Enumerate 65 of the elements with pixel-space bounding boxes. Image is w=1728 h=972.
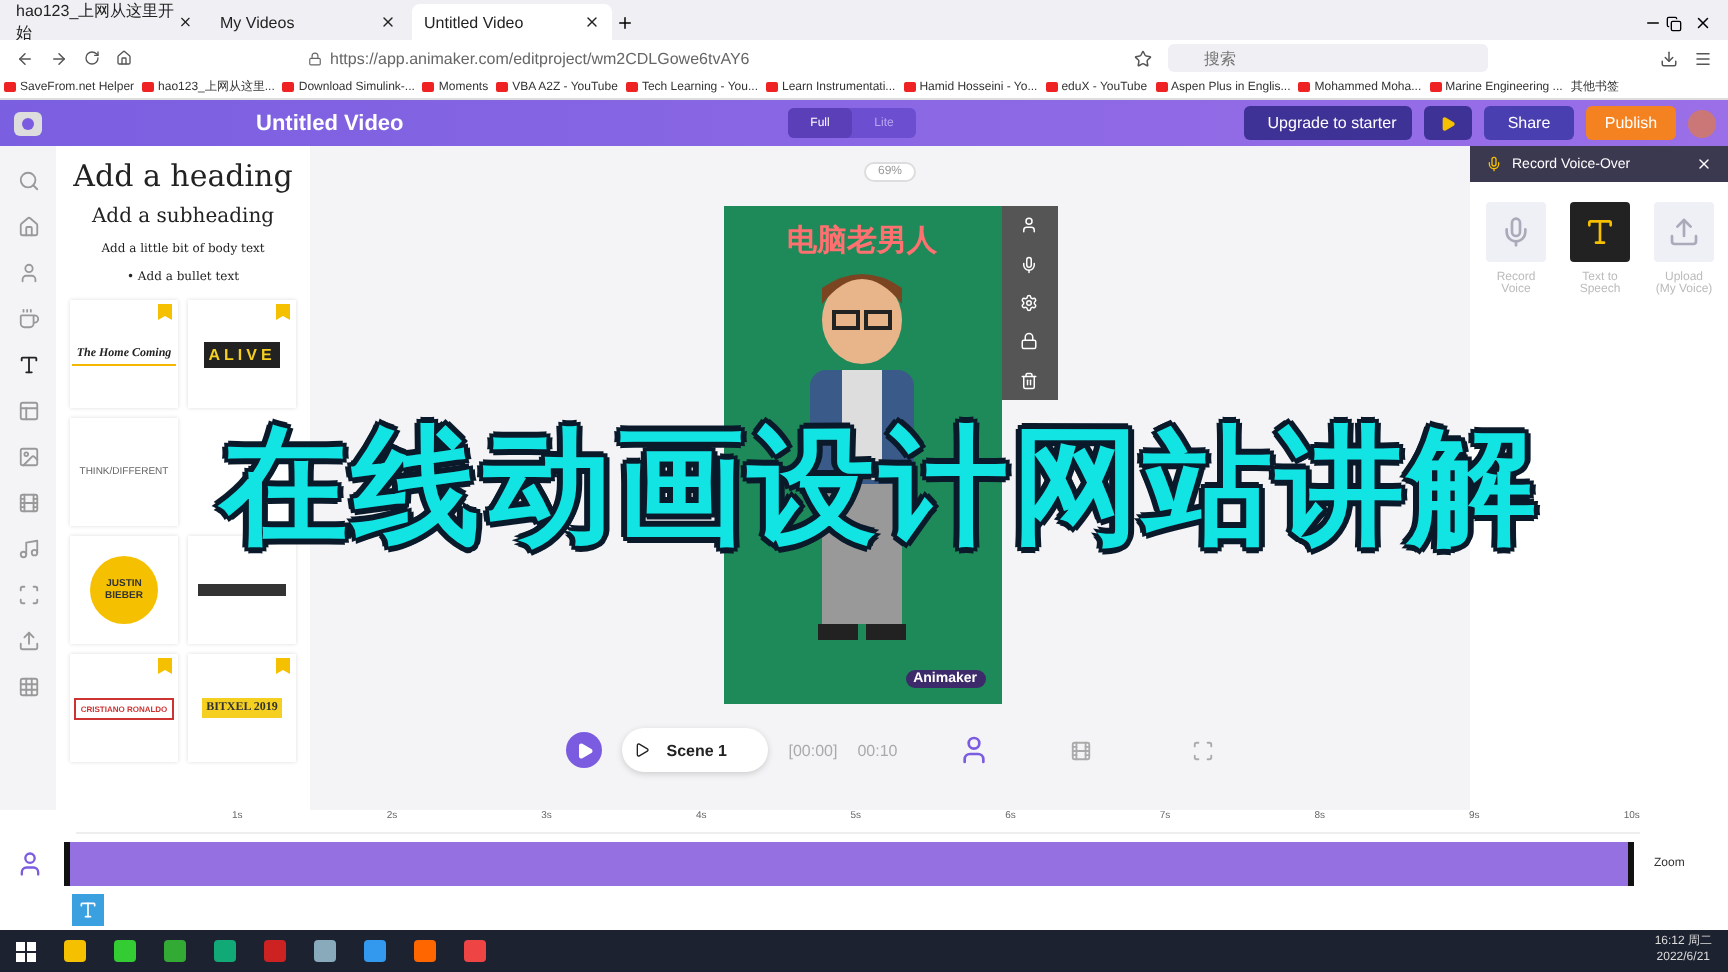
character-icon[interactable] <box>16 850 44 878</box>
subheading-text[interactable]: Add a subheading <box>91 206 275 228</box>
upgrade-button[interactable]: Upgrade to starter <box>1244 106 1412 140</box>
logo-icon[interactable] <box>12 107 44 139</box>
play-icon <box>634 742 651 758</box>
close-icon[interactable] <box>584 14 600 30</box>
search-field[interactable]: 搜索 <box>1168 44 1488 72</box>
address-bar[interactable]: https://app.animaker.com/editproject/wm2CDLGowe6tvAY6 <box>308 44 1118 72</box>
project-title[interactable]: Untitled Video <box>256 111 776 135</box>
browser-tab[interactable]: My Videos <box>208 4 408 40</box>
forward-icon[interactable] <box>50 49 68 67</box>
character-icon[interactable] <box>957 734 990 766</box>
taskbar-app-icon[interactable] <box>364 940 386 962</box>
start-icon[interactable] <box>16 941 36 961</box>
scene-name: Scene 1 <box>666 741 727 759</box>
share-button[interactable]: Share <box>1484 106 1574 140</box>
preview-button[interactable] <box>1424 106 1472 140</box>
back-icon[interactable] <box>16 49 34 67</box>
download-icon[interactable] <box>1660 49 1678 67</box>
text-template[interactable]: ALIVE <box>188 300 296 408</box>
tool-icon[interactable] <box>1020 293 1038 312</box>
bookmark-icon <box>158 658 172 674</box>
bookmark-icon <box>276 304 290 320</box>
browser-tab[interactable]: hao123_上网从这里开始 <box>4 4 204 40</box>
new-tab-icon[interactable] <box>616 14 634 32</box>
close-icon[interactable] <box>1694 14 1712 32</box>
text-icon <box>1584 216 1616 248</box>
close-icon[interactable] <box>177 14 192 30</box>
taskbar-app-icon[interactable] <box>414 940 436 962</box>
tool-icon[interactable] <box>1020 371 1038 390</box>
duration: 00:10 <box>857 741 898 759</box>
bookmark-icon <box>276 658 290 674</box>
taskbar-app-icon[interactable] <box>214 940 236 962</box>
home-icon[interactable] <box>116 50 132 66</box>
taskbar-app-icon[interactable] <box>164 940 186 962</box>
taskbar-app-icon[interactable] <box>114 940 136 962</box>
play-icon <box>575 741 594 759</box>
taskbar-app-icon[interactable] <box>314 940 336 962</box>
star-icon[interactable] <box>1134 49 1152 67</box>
tool-icon[interactable] <box>1020 216 1038 235</box>
taskbar-app-icon[interactable] <box>464 940 486 962</box>
menu-icon[interactable] <box>1694 49 1712 67</box>
play-icon <box>1440 115 1456 131</box>
sidebar-icon[interactable] <box>17 354 39 376</box>
reload-icon[interactable] <box>84 50 100 66</box>
tool-icon[interactable] <box>1020 255 1038 274</box>
text-layer-icon[interactable] <box>72 894 104 926</box>
dark-bar <box>198 584 286 596</box>
upload-icon <box>1668 216 1700 248</box>
canvas-caption: 电脑老男人 <box>787 222 937 260</box>
close-icon[interactable] <box>380 14 396 30</box>
browser-tab[interactable]: Untitled Video <box>412 4 612 40</box>
timeline-track[interactable] <box>64 842 1634 886</box>
taskbar-app-icon[interactable] <box>64 940 86 962</box>
scene-selector[interactable]: Scene 1 <box>622 728 769 772</box>
bookmark-icon <box>158 304 172 320</box>
microphone-icon <box>1500 216 1532 248</box>
play-button[interactable] <box>566 732 603 768</box>
restore-icon[interactable] <box>1666 16 1682 32</box>
microphone-icon <box>1486 156 1502 172</box>
heading-text[interactable]: Add a heading <box>73 158 293 194</box>
voice-option[interactable] <box>1570 202 1630 262</box>
current-time: [00:00] <box>788 741 838 759</box>
tool-icon[interactable] <box>1020 332 1038 351</box>
taskbar-app-icon[interactable] <box>264 940 286 962</box>
